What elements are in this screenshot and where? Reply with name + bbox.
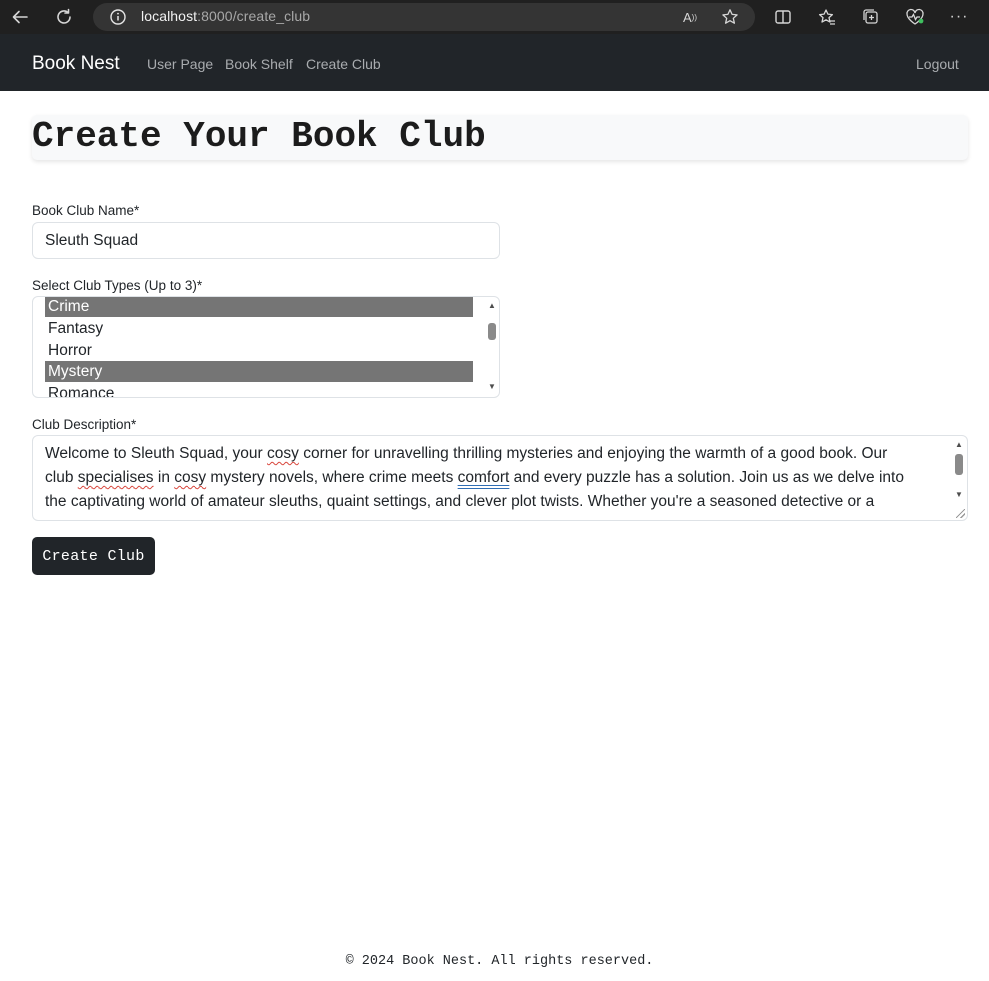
option-crime[interactable]: Crime <box>45 297 473 317</box>
nav-link-user-page[interactable]: User Page <box>147 56 213 72</box>
club-description-textarea[interactable]: Welcome to Sleuth Squad, your cosy corne… <box>32 435 968 521</box>
textarea-scroll-up-icon[interactable]: ▲ <box>954 440 964 449</box>
option-romance[interactable]: Romance <box>45 383 473 397</box>
option-horror[interactable]: Horror <box>45 340 473 361</box>
browser-toolbar: localhost:8000/create_club A)) ··· <box>0 0 989 34</box>
textarea-scroll-down-icon[interactable]: ▼ <box>954 490 964 499</box>
url-text[interactable]: localhost:8000/create_club <box>141 8 310 24</box>
text-run: club <box>45 469 78 486</box>
textarea-scrollbar-thumb[interactable] <box>955 454 963 475</box>
club-types-label: Select Club Types (Up to 3)* <box>32 278 203 293</box>
text-run: and every puzzle has a solution. Join us… <box>509 469 904 486</box>
url-host: localhost <box>141 8 198 24</box>
brand-logo[interactable]: Book Nest <box>32 53 120 75</box>
text-run: corner for unravelling thrilling mysteri… <box>298 445 888 462</box>
club-description-label: Club Description* <box>32 417 137 432</box>
club-name-label: Book Club Name* <box>32 203 140 218</box>
more-icon[interactable]: ··· <box>946 4 972 30</box>
split-screen-icon[interactable] <box>770 4 796 30</box>
club-types-select[interactable]: Crime Fantasy Horror Mystery Romance ▲ ▼ <box>32 296 500 398</box>
refresh-icon[interactable] <box>51 4 77 30</box>
description-line-2: club specialises in cosy mystery novels,… <box>45 466 904 490</box>
spelling-flag: specialises <box>77 469 154 486</box>
navbar: Book Nest User Page Book Shelf Create Cl… <box>0 34 989 91</box>
info-icon[interactable] <box>105 4 131 30</box>
spelling-flag: cosy <box>267 445 299 462</box>
text-run: Welcome to Sleuth Squad, your <box>45 445 268 462</box>
option-mystery[interactable]: Mystery <box>45 361 473 382</box>
club-name-input[interactable] <box>32 222 500 259</box>
resize-handle-icon[interactable] <box>956 509 965 518</box>
text-run: in <box>153 469 175 486</box>
scroll-up-arrow-icon[interactable]: ▲ <box>487 301 497 310</box>
footer-copyright: © 2024 Book Nest. All rights reserved. <box>345 954 654 969</box>
scroll-down-arrow-icon[interactable]: ▼ <box>487 382 497 391</box>
back-icon[interactable] <box>7 4 33 30</box>
description-line-3: the captivating world of amateur sleuths… <box>45 493 875 510</box>
grammar-flag: comfort <box>457 469 510 486</box>
logout-link[interactable]: Logout <box>916 56 959 72</box>
nav-link-create-club[interactable]: Create Club <box>306 56 381 72</box>
spelling-flag: cosy <box>174 469 207 486</box>
nav-link-book-shelf[interactable]: Book Shelf <box>225 56 293 72</box>
page-title: Create Your Book Club <box>32 116 486 157</box>
create-club-button[interactable]: Create Club <box>32 537 155 575</box>
favorite-star-icon[interactable] <box>717 4 743 30</box>
collections-icon[interactable] <box>858 4 884 30</box>
browser-essentials-icon[interactable] <box>902 4 928 30</box>
url-path: :8000/create_club <box>197 8 311 24</box>
description-line-1: Welcome to Sleuth Squad, your cosy corne… <box>45 442 887 466</box>
select-scrollbar-thumb[interactable] <box>488 323 496 340</box>
option-fantasy[interactable]: Fantasy <box>45 318 473 339</box>
favorites-icon[interactable] <box>814 4 840 30</box>
read-aloud-icon[interactable]: A)) <box>677 4 703 30</box>
text-run: mystery novels, where crime meets <box>206 469 458 486</box>
